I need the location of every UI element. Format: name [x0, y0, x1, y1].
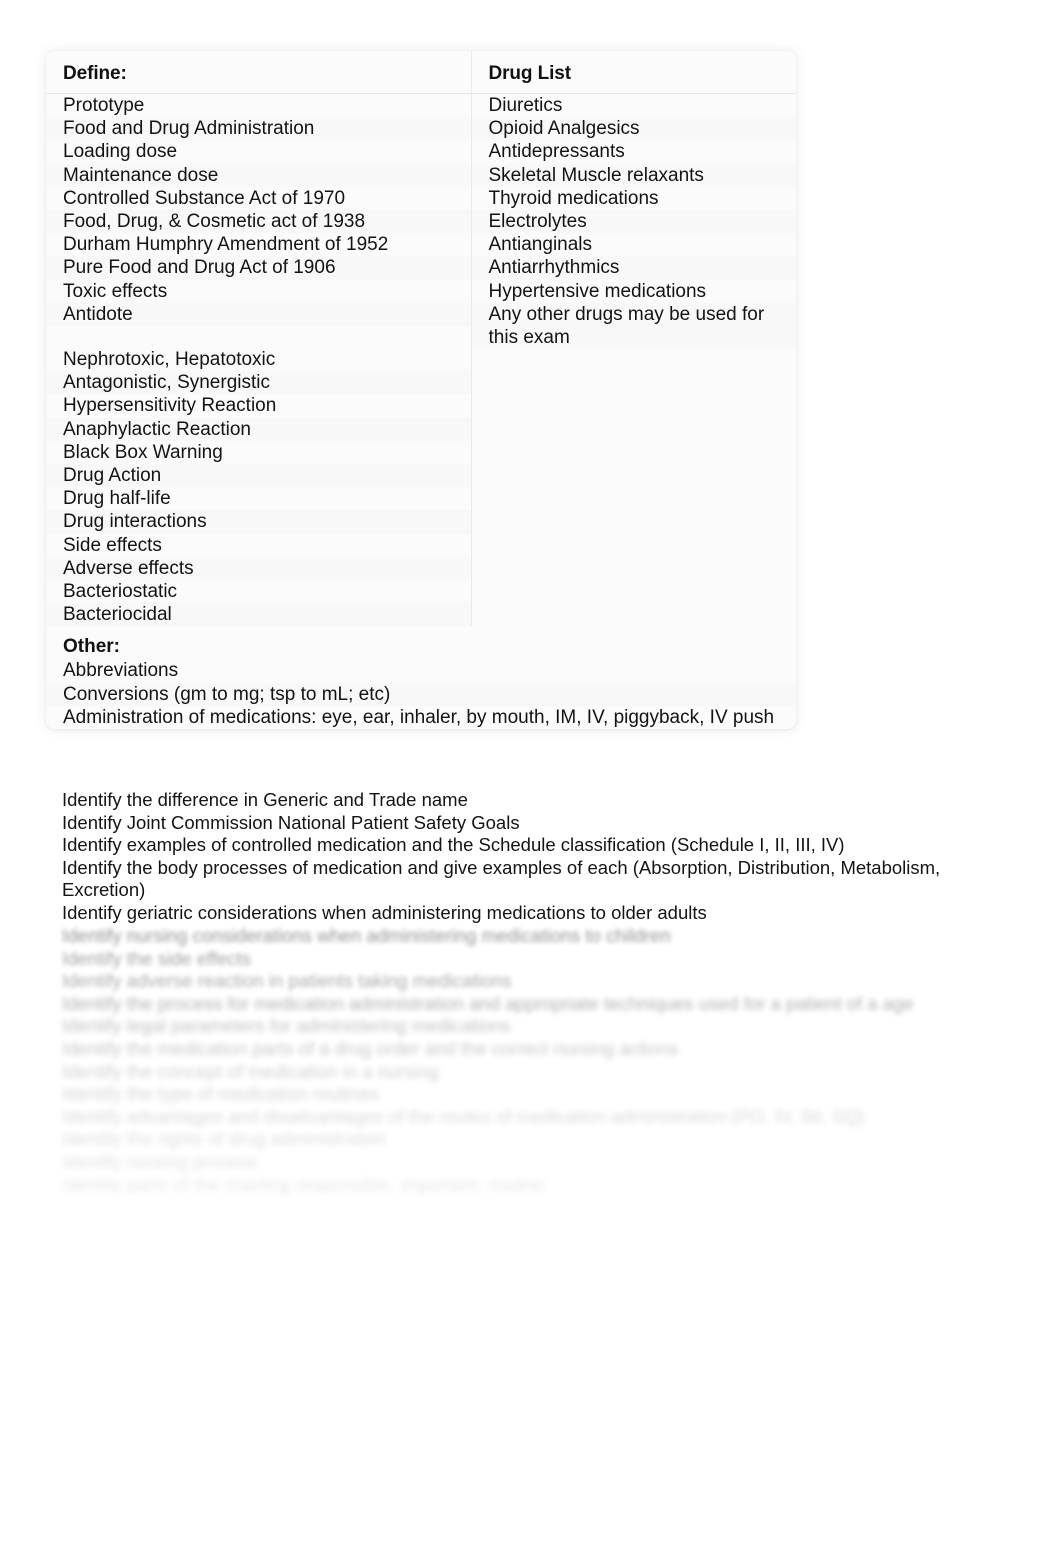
obscured-objective-item: Identify nursing process — [62, 1150, 258, 1172]
list-item: Antidepressants — [488, 141, 625, 163]
list-item: Prototype — [63, 95, 145, 116]
define-cell: Prototype Food and Drug Administration L… — [46, 93, 472, 627]
objective-item: Identify examples of controlled medicati… — [62, 834, 845, 856]
list-item: Adverse effects — [63, 557, 194, 579]
list-item: Antidote — [63, 303, 133, 325]
obscured-objective-item: Identify the medication parts of a drug … — [62, 1037, 678, 1059]
list-item: Toxic effects — [63, 280, 168, 302]
list-item: Black Box Warning — [63, 441, 223, 463]
list-item: Anaphylactic Reaction — [63, 418, 251, 440]
objective-item: Identify the difference in Generic and T… — [62, 789, 468, 810]
list-item: Drug interactions — [63, 511, 207, 533]
objective-item: Identify geriatric considerations when a… — [62, 901, 707, 923]
list-item: Thyroid medications — [488, 187, 659, 209]
list-item: Hypertensive medications — [488, 280, 707, 302]
drug-list: Diuretics Opioid Analgesics Antidepressa… — [472, 94, 797, 349]
list-item: Food, Drug, & Cosmetic act of 1938 — [63, 211, 366, 233]
define-list-part2: Nephrotoxic, Hepatotoxic Antagonistic, S… — [46, 348, 471, 626]
other-header: Other: — [63, 636, 120, 658]
list-item: Skeletal Muscle relaxants — [488, 164, 704, 186]
list-item: Maintenance dose — [63, 164, 219, 186]
list-item: Electrolytes — [488, 211, 587, 233]
define-header: Define: — [63, 63, 127, 84]
list-item: Abbreviations — [63, 660, 179, 682]
obscured-objective-item: Identify the concept of medication in a … — [62, 1060, 439, 1082]
document-page: Define: Drug List Prototype Food and Dru… — [0, 0, 1062, 1556]
objective-item: Identify Joint Commission National Patie… — [62, 811, 520, 833]
list-item: Antagonistic, Synergistic — [63, 372, 270, 394]
obscured-objective-item: Identify the type of medication routines — [62, 1083, 379, 1105]
list-item: Antiarrhythmics — [488, 257, 620, 279]
list-item: Bacteriocidal — [63, 604, 172, 626]
obscured-objective-item: Identify the rights of drug administrati… — [62, 1128, 386, 1150]
header-cell-define: Define: — [46, 51, 472, 94]
study-table: Define: Drug List Prototype Food and Dru… — [46, 51, 796, 729]
table-header-row: Define: Drug List — [46, 51, 796, 94]
list-item: Pure Food and Drug Act of 1906 — [63, 257, 336, 279]
other-section-row: Other: Abbreviations Conversions (gm to … — [46, 626, 796, 729]
list-item: Nephrotoxic, Hepatotoxic — [63, 349, 276, 371]
obscured-objective-item: Identify adverse reaction in patients ta… — [62, 970, 512, 992]
objective-item: Identify the body processes of medicatio… — [62, 856, 946, 901]
list-item: Side effects — [63, 534, 162, 556]
list-item: Food and Drug Administration — [63, 118, 315, 140]
list-item: Bacteriostatic — [63, 581, 178, 603]
define-list-part1: Prototype Food and Drug Administration L… — [46, 94, 471, 326]
study-table-card: Define: Drug List Prototype Food and Dru… — [46, 51, 796, 730]
list-item: Diuretics — [488, 95, 563, 116]
list-item: Administration of medications: eye, ear,… — [63, 706, 775, 728]
list-item: Hypersensitivity Reaction — [63, 395, 277, 417]
obscured-objectives-list: Identify nursing considerations when adm… — [62, 925, 1022, 1196]
header-cell-drug-list: Drug List — [471, 51, 796, 94]
list-item: Durham Humphry Amendment of 1952 — [63, 234, 389, 256]
list-item: Drug Action — [63, 465, 162, 487]
objectives-list: Identify the difference in Generic and T… — [62, 789, 1002, 925]
obscured-objective-item: Identify legal parameters for administer… — [62, 1015, 511, 1037]
drug-list-cell: Diuretics Opioid Analgesics Antidepressa… — [471, 94, 796, 627]
list-item: Any other drugs may be used for this exa… — [488, 303, 770, 349]
table-body-row: Prototype Food and Drug Administration L… — [46, 93, 796, 627]
list-item: Loading dose — [63, 141, 178, 163]
list-item: Controlled Substance Act of 1970 — [63, 187, 346, 209]
list-item: Drug half-life — [63, 488, 171, 510]
obscured-objective-item: Identify nursing considerations when adm… — [62, 925, 671, 946]
list-item: Conversions (gm to mg; tsp to mL; etc) — [63, 683, 391, 705]
list-gap-spacer — [46, 326, 471, 348]
obscured-objective-item: Identify the side effects — [62, 947, 251, 969]
drug-list-header: Drug List — [488, 63, 572, 84]
obscured-objective-item: Identify the process for medication admi… — [62, 992, 914, 1014]
list-item: Opioid Analgesics — [488, 118, 640, 140]
obscured-objective-item: Identify advantages and disadvantages of… — [62, 1105, 865, 1127]
other-cell: Other: Abbreviations Conversions (gm to … — [46, 626, 796, 729]
obscured-objective-item: Identify parts of the charting responsib… — [62, 1173, 545, 1195]
list-item: Antianginals — [488, 234, 593, 256]
